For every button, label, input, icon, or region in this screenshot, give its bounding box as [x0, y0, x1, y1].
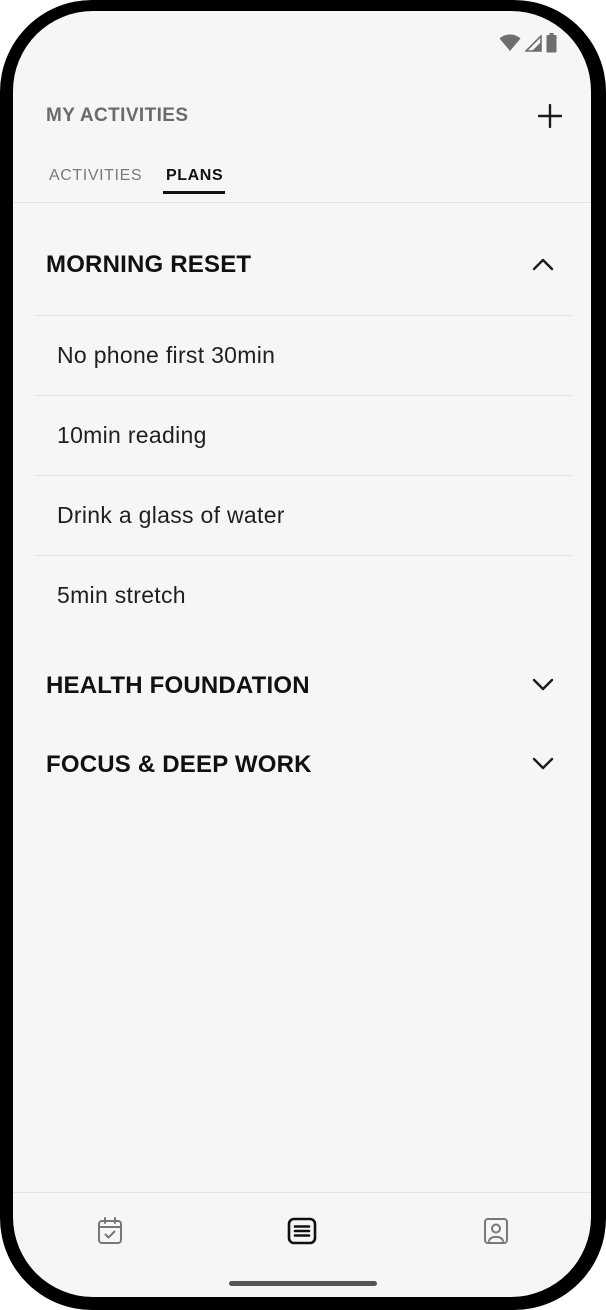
nav-plans-button[interactable]	[284, 1213, 320, 1249]
plan-item[interactable]: No phone first 30min	[35, 315, 571, 395]
profile-icon	[484, 1218, 508, 1244]
screen: MY ACTIVITIES ACTIVITIES PLANS MORNING R…	[13, 11, 591, 1297]
plan-header-health-foundation[interactable]: HEALTH FOUNDATION	[13, 660, 591, 710]
wifi-icon	[499, 34, 521, 52]
plan-title: MORNING RESET	[46, 251, 252, 278]
add-button[interactable]	[535, 101, 565, 131]
chevron-up-icon	[531, 252, 555, 276]
chevron-down-icon	[531, 673, 555, 697]
plan-item-label: 5min stretch	[57, 582, 186, 608]
tab-activities[interactable]: ACTIVITIES	[49, 167, 142, 189]
plus-icon	[538, 104, 562, 128]
tab-bar: ACTIVITIES PLANS	[13, 167, 591, 203]
plan-header-morning-reset[interactable]: MORNING RESET	[13, 239, 591, 289]
plan-item[interactable]: 5min stretch	[35, 555, 571, 635]
tab-selected-indicator	[163, 191, 225, 194]
plan-item[interactable]: Drink a glass of water	[35, 475, 571, 555]
header: MY ACTIVITIES	[13, 97, 591, 137]
phone-frame: MY ACTIVITIES ACTIVITIES PLANS MORNING R…	[0, 0, 606, 1310]
plan-title: FOCUS & DEEP WORK	[46, 751, 312, 778]
battery-icon	[546, 33, 557, 53]
tab-plans[interactable]: PLANS	[163, 167, 226, 189]
cell-signal-icon	[525, 34, 542, 52]
tabs-divider	[13, 202, 591, 203]
plan-item[interactable]: 10min reading	[35, 395, 571, 475]
plan-header-focus-deep-work[interactable]: FOCUS & DEEP WORK	[13, 739, 591, 789]
home-indicator[interactable]	[229, 1281, 377, 1286]
chevron-down-icon	[531, 752, 555, 776]
plan-item-label: No phone first 30min	[57, 342, 276, 368]
status-bar	[499, 33, 557, 53]
plan-item-list: No phone first 30min 10min reading Drink…	[35, 315, 571, 635]
plan-item-label: Drink a glass of water	[57, 502, 285, 528]
plan-title: HEALTH FOUNDATION	[46, 672, 310, 699]
calendar-check-icon	[98, 1217, 122, 1244]
nav-calendar-button[interactable]	[92, 1213, 128, 1249]
plan-item-label: 10min reading	[57, 422, 207, 448]
nav-profile-button[interactable]	[478, 1213, 514, 1249]
page-title: MY ACTIVITIES	[46, 105, 189, 126]
list-icon	[287, 1217, 317, 1245]
